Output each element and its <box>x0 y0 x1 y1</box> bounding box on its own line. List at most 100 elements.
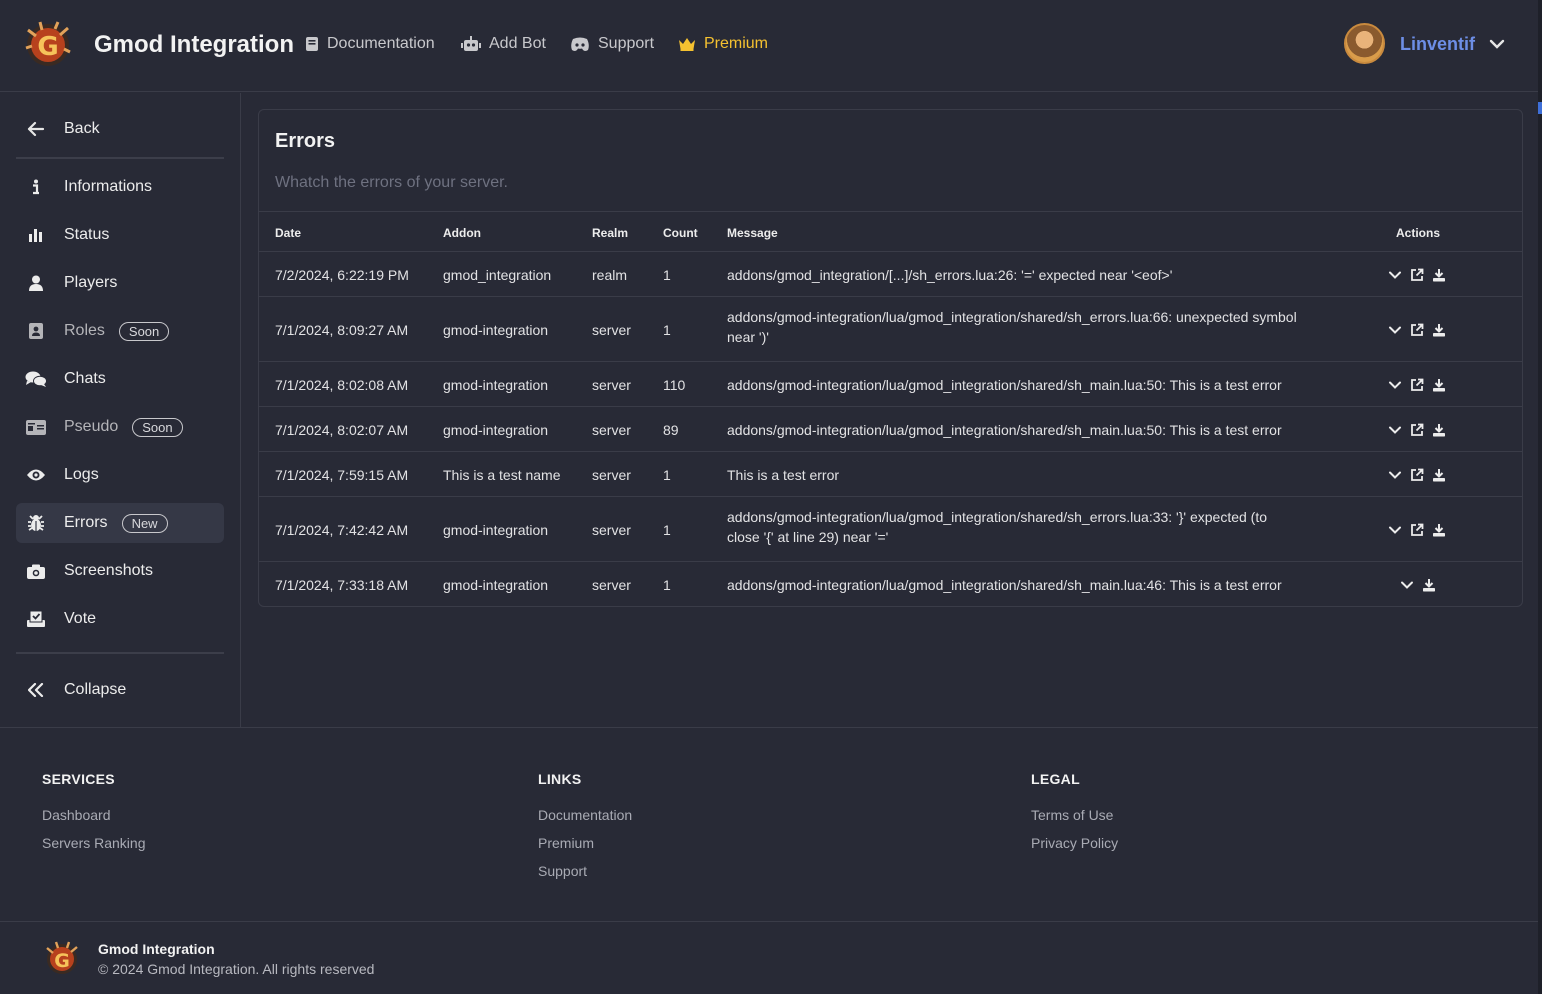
table-header: Date Addon Realm Count Message Actions <box>259 211 1522 252</box>
cell-count: 1 <box>663 321 671 338</box>
nav-add-bot[interactable]: Add Bot <box>461 35 546 53</box>
sidebar-item-label: Vote <box>64 610 97 627</box>
download-icon[interactable] <box>1431 467 1447 483</box>
brand-title[interactable]: Gmod Integration <box>94 31 294 59</box>
column-header-date[interactable]: Date <box>275 226 301 240</box>
external-link-icon[interactable] <box>1409 422 1425 438</box>
cell-count: 1 <box>663 576 671 593</box>
sidebar-item-players[interactable]: Players <box>16 263 224 303</box>
nav-support[interactable]: Support <box>570 35 654 53</box>
external-link-icon[interactable] <box>1409 377 1425 393</box>
chevron-down-icon[interactable] <box>1387 267 1403 283</box>
sidebar: Back Informations Status Players Roles S… <box>0 93 241 727</box>
sidebar-item-label: Errors <box>64 514 108 531</box>
cell-addon: gmod-integration <box>443 576 549 593</box>
cell-addon: gmod_integration <box>443 266 552 283</box>
gmod-logo-icon[interactable]: G <box>20 18 76 68</box>
discord-icon <box>571 37 589 51</box>
cell-count: 1 <box>663 266 671 283</box>
chevron-down-icon[interactable] <box>1387 467 1403 483</box>
chevron-down-icon[interactable] <box>1488 35 1506 53</box>
table-row[interactable]: 7/1/2024, 7:59:15 AM This is a test name s… <box>259 452 1522 497</box>
cell-realm: server <box>592 376 631 393</box>
sidebar-item-logs[interactable]: Logs <box>16 455 224 495</box>
download-icon[interactable] <box>1431 322 1447 338</box>
sidebar-item-label: Players <box>64 274 118 291</box>
bar-chart-icon <box>16 228 56 242</box>
download-icon[interactable] <box>1421 577 1437 593</box>
table-row[interactable]: 7/1/2024, 7:33:18 AM gmod-integration serv… <box>259 562 1522 606</box>
chevron-down-icon[interactable] <box>1387 522 1403 538</box>
table-row[interactable]: 7/1/2024, 8:02:07 AM gmod-integration serv… <box>259 407 1522 452</box>
nav-documentation[interactable]: Documentation <box>305 35 435 53</box>
download-icon[interactable] <box>1431 522 1447 538</box>
column-header-realm[interactable]: Realm <box>592 226 628 240</box>
cell-count: 89 <box>663 421 679 438</box>
chevron-down-icon[interactable] <box>1399 577 1415 593</box>
table-row[interactable]: 7/1/2024, 7:42:42 AM gmod-integration serv… <box>259 497 1522 562</box>
top-navbar: G Gmod Integration Documentation Add Bot… <box>0 0 1542 92</box>
camera-icon <box>16 564 56 579</box>
cell-date: 7/2/2024, 6:22:19 PM <box>275 266 409 283</box>
sidebar-item-vote[interactable]: Vote <box>16 599 224 639</box>
external-link-icon[interactable] <box>1409 467 1425 483</box>
cell-realm: realm <box>592 266 628 283</box>
cell-date: 7/1/2024, 7:42:42 AM <box>275 521 409 538</box>
external-link-icon[interactable] <box>1409 267 1425 283</box>
external-link-icon[interactable] <box>1409 322 1425 338</box>
sidebar-item-pseudo[interactable]: Pseudo Soon <box>16 407 224 447</box>
footer-link-dashboard[interactable]: Dashboard <box>42 807 111 823</box>
table-row[interactable]: 7/1/2024, 8:09:27 AM gmod-integration serv… <box>259 297 1522 362</box>
sidebar-item-chats[interactable]: Chats <box>16 359 224 399</box>
avatar[interactable] <box>1344 23 1385 64</box>
chevron-down-icon[interactable] <box>1387 377 1403 393</box>
footer-link-privacy[interactable]: Privacy Policy <box>1031 835 1118 851</box>
sidebar-item-label: Status <box>64 226 110 243</box>
row-actions <box>1387 377 1447 393</box>
footer-copyright: © 2024 Gmod Integration. All rights rese… <box>98 961 375 977</box>
external-link-icon[interactable] <box>1409 522 1425 538</box>
cell-addon: This is a test name <box>443 466 561 483</box>
sidebar-divider <box>16 157 224 159</box>
sidebar-divider <box>16 652 224 654</box>
errors-card: Errors Whatch the errors of your server.… <box>258 109 1523 607</box>
column-header-count[interactable]: Count <box>663 226 698 240</box>
scrollbar-track[interactable] <box>1538 0 1542 994</box>
username[interactable]: Linventif <box>1400 34 1475 55</box>
sidebar-item-roles[interactable]: Roles Soon <box>16 311 224 351</box>
footer-legal-heading: LEGAL <box>1031 771 1080 787</box>
download-icon[interactable] <box>1431 267 1447 283</box>
ballot-icon <box>16 611 56 627</box>
sidebar-back-label: Back <box>64 120 100 137</box>
sidebar-collapse-label: Collapse <box>64 681 127 698</box>
chevron-down-icon[interactable] <box>1387 422 1403 438</box>
gmod-logo-icon: G <box>46 941 78 974</box>
footer-link-documentation[interactable]: Documentation <box>538 807 632 823</box>
sidebar-item-informations[interactable]: Informations <box>16 167 224 207</box>
footer-brand: Gmod Integration <box>98 941 215 957</box>
sidebar-back[interactable]: Back <box>16 109 224 149</box>
cell-message: addons/gmod_integration/[...]/sh_errors.… <box>727 266 1173 283</box>
sidebar-collapse[interactable]: Collapse <box>16 670 224 710</box>
footer-link-support[interactable]: Support <box>538 863 587 879</box>
sidebar-item-screenshots[interactable]: Screenshots <box>16 551 224 591</box>
download-icon[interactable] <box>1431 377 1447 393</box>
row-actions <box>1387 322 1447 338</box>
bug-icon <box>16 514 56 532</box>
column-header-message[interactable]: Message <box>727 226 778 240</box>
nav-premium[interactable]: Premium <box>678 35 768 53</box>
scrollbar-thumb[interactable] <box>1538 102 1542 114</box>
footer-link-servers-ranking[interactable]: Servers Ranking <box>42 835 146 851</box>
svg-text:G: G <box>54 950 70 972</box>
table-row[interactable]: 7/1/2024, 8:02:08 AM gmod-integration serv… <box>259 362 1522 407</box>
column-header-addon[interactable]: Addon <box>443 226 481 240</box>
footer-link-premium[interactable]: Premium <box>538 835 594 851</box>
svg-text:G: G <box>37 32 58 62</box>
table-row[interactable]: 7/2/2024, 6:22:19 PM gmod_integration real… <box>259 252 1522 297</box>
download-icon[interactable] <box>1431 422 1447 438</box>
chevron-down-icon[interactable] <box>1387 322 1403 338</box>
double-chevron-left-icon <box>16 683 56 697</box>
sidebar-item-status[interactable]: Status <box>16 215 224 255</box>
footer-link-terms[interactable]: Terms of Use <box>1031 807 1113 823</box>
sidebar-item-errors[interactable]: Errors New <box>16 503 224 543</box>
